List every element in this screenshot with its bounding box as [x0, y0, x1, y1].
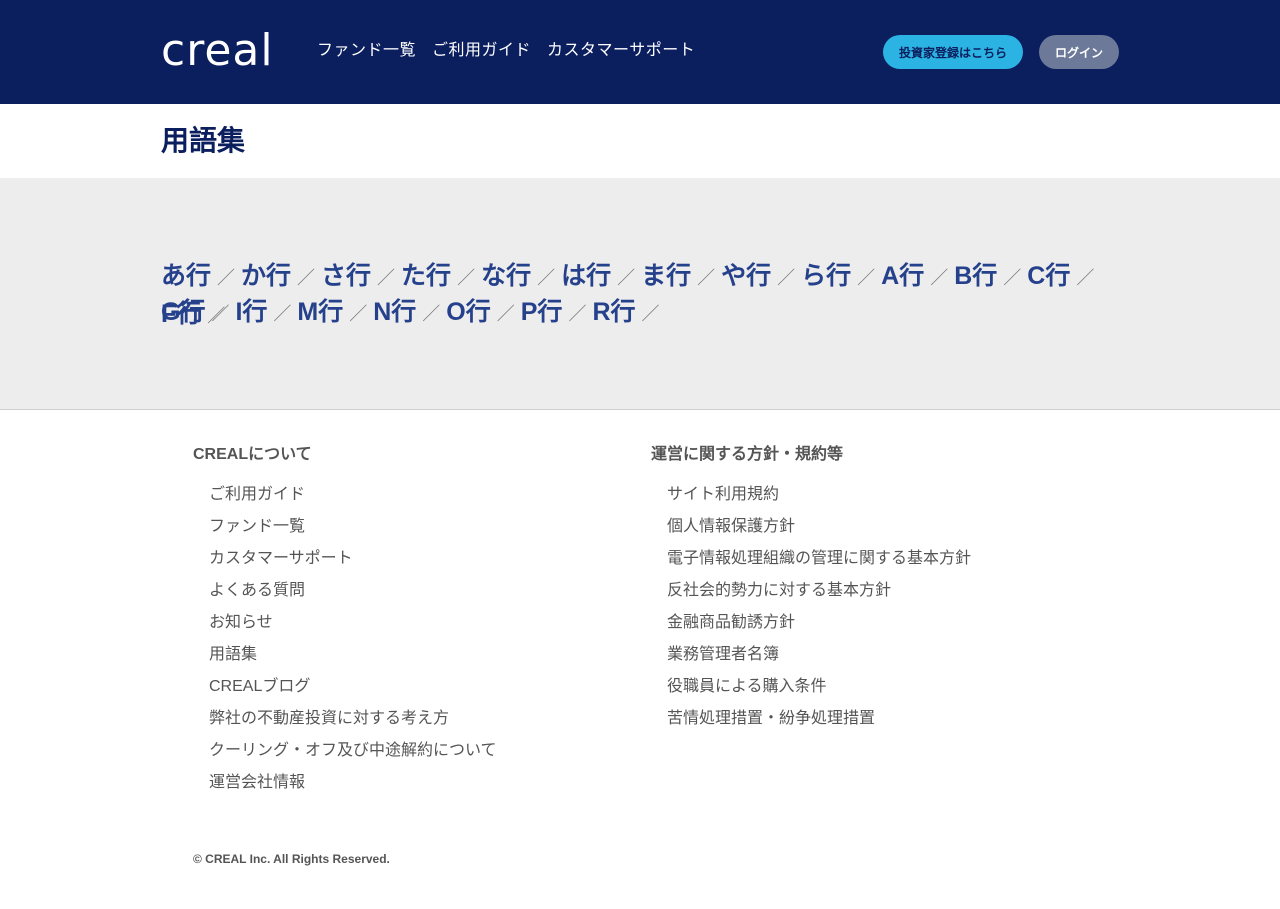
index-separator: ／ — [422, 304, 441, 324]
footer-link[interactable]: クーリング・オフ及び中途解約について — [209, 740, 497, 772]
index-link[interactable]: な行 — [481, 258, 531, 294]
index-item: ら行 ／ — [801, 258, 875, 296]
index-item: O行 ／ — [446, 294, 514, 332]
footer-about-list: ご利用ガイド ファンド一覧 カスタマーサポート よくある質問 お知らせ 用語集 CREALブ… — [193, 484, 497, 804]
index-link[interactable]: O行 — [446, 294, 490, 330]
index-separator: ／ — [217, 268, 236, 288]
index-link[interactable]: I行 — [235, 294, 267, 330]
index-link[interactable]: N行 — [373, 294, 416, 330]
footer-about-column: CREALについて ご利用ガイド ファンド一覧 カスタマーサポート よくある質問 お知ら… — [193, 444, 497, 804]
index-row: G行／ I行／ M行／ N行／ O行／ P行／ R行／ — [161, 294, 1121, 330]
index-link[interactable]: B行 — [954, 258, 997, 294]
index-item: M行 ／ — [297, 294, 367, 332]
index-separator: ／ — [496, 304, 515, 324]
index-separator: ／ — [457, 268, 476, 288]
nav-customer-support[interactable]: カスタマーサポート — [547, 41, 695, 61]
footer-link[interactable]: 苦情処理措置・紛争処理措置 — [667, 708, 971, 740]
index-separator: ／ — [1076, 268, 1095, 288]
index-separator: ／ — [857, 268, 876, 288]
footer-link[interactable]: 用語集 — [209, 644, 497, 676]
index-separator: ／ — [641, 304, 660, 324]
footer-link[interactable]: 個人情報保護方針 — [667, 516, 971, 548]
index-link[interactable]: あ行 — [161, 258, 211, 294]
footer-link[interactable]: 運営会社情報 — [209, 772, 497, 804]
glossary-index: あ行／か行／さ行／た行／な行／は行／ま行／や行／ら行／ A行／ B行／ C行／ F行／ G… — [161, 258, 1121, 330]
index-separator: ／ — [697, 268, 716, 288]
index-item: た行 ／ — [401, 258, 475, 296]
footer-link[interactable]: ご利用ガイド — [209, 484, 497, 516]
index-item: は行 ／ — [561, 258, 635, 296]
nav-fund-list[interactable]: ファンド一覧 — [317, 41, 416, 61]
index-item: さ行 ／ — [321, 258, 395, 296]
footer-link[interactable]: お知らせ — [209, 612, 497, 644]
site-header: creal ファンド一覧 ご利用ガイド カスタマーサポート 投資家登録はこちら … — [0, 0, 1280, 104]
index-item: か行 ／ — [241, 258, 315, 296]
index-link[interactable]: A行 — [881, 258, 924, 294]
glossary-index-band: あ行／か行／さ行／た行／な行／は行／ま行／や行／ら行／ A行／ B行／ C行／ F行／ G… — [0, 178, 1280, 410]
footer-link[interactable]: 役職員による購入条件 — [667, 676, 971, 708]
index-row: あ行／か行／さ行／た行／な行／は行／ま行／や行／ら行／ A行／ B行／ C行／ F行／ — [161, 258, 1121, 328]
footer-link[interactable]: サイト利用規約 — [667, 484, 971, 516]
page-title: 用語集 — [161, 125, 246, 156]
footer-policy-column: 運営に関する方針・規約等 サイト利用規約 個人情報保護方針 電子情報処理組織の管理に… — [651, 444, 971, 740]
index-separator: ／ — [617, 268, 636, 288]
footer-link[interactable]: よくある質問 — [209, 580, 497, 612]
investor-register-button[interactable]: 投資家登録はこちら — [883, 35, 1023, 69]
index-link[interactable]: M行 — [297, 294, 343, 330]
index-link[interactable]: G行 — [161, 294, 205, 330]
index-item: あ行 ／ — [161, 258, 235, 296]
footer-link[interactable]: CREALブログ — [209, 676, 497, 708]
index-link[interactable]: は行 — [561, 258, 611, 294]
index-item: や行 ／ — [721, 258, 795, 296]
index-item: B行 ／ — [954, 258, 1021, 296]
main-nav: ファンド一覧 ご利用ガイド カスタマーサポート — [317, 41, 695, 61]
footer-link[interactable]: カスタマーサポート — [209, 548, 497, 580]
index-separator: ／ — [211, 304, 230, 324]
login-button[interactable]: ログイン — [1039, 35, 1119, 69]
index-link[interactable]: や行 — [721, 258, 771, 294]
index-separator: ／ — [273, 304, 292, 324]
footer-link[interactable]: ファンド一覧 — [209, 516, 497, 548]
index-item: I行 ／ — [235, 294, 291, 332]
footer-link[interactable]: 反社会的勢力に対する基本方針 — [667, 580, 971, 612]
index-link[interactable]: P行 — [521, 294, 563, 330]
index-item: N行 ／ — [373, 294, 440, 332]
index-separator: ／ — [1003, 268, 1022, 288]
index-separator: ／ — [568, 304, 587, 324]
index-item: P行／ — [521, 294, 587, 332]
index-item: C行 ／ — [1027, 258, 1094, 296]
index-item: R行 ／ — [592, 294, 659, 332]
footer-link[interactable]: 金融商品勧誘方針 — [667, 612, 971, 644]
index-link[interactable]: た行 — [401, 258, 451, 294]
creal-logo[interactable]: creal — [161, 29, 274, 73]
index-item: A行 ／ — [881, 258, 948, 296]
index-link[interactable]: か行 — [241, 258, 291, 294]
index-item: G行 ／ — [161, 294, 229, 332]
index-link[interactable]: R行 — [592, 294, 635, 330]
footer-link[interactable]: 業務管理者名簿 — [667, 644, 971, 676]
index-link[interactable]: ら行 — [801, 258, 851, 294]
index-separator: ／ — [777, 268, 796, 288]
footer-about-heading: CREALについて — [193, 446, 312, 463]
index-link[interactable]: さ行 — [321, 258, 371, 294]
footer-policy-list: サイト利用規約 個人情報保護方針 電子情報処理組織の管理に関する基本方針 反社会的勢力… — [651, 484, 971, 740]
nav-user-guide[interactable]: ご利用ガイド — [432, 41, 531, 61]
index-link[interactable]: ま行 — [641, 258, 691, 294]
index-separator: ／ — [537, 268, 556, 288]
index-separator: ／ — [377, 268, 396, 288]
copyright: © CREAL Inc. All Rights Reserved. — [193, 852, 390, 866]
footer-link[interactable]: 弊社の不動産投資に対する考え方 — [209, 708, 497, 740]
index-item: な行 ／ — [481, 258, 555, 296]
index-separator: ／ — [930, 268, 949, 288]
index-separator: ／ — [297, 268, 316, 288]
index-link[interactable]: C行 — [1027, 258, 1070, 294]
index-item: ま行 ／ — [641, 258, 715, 296]
footer-policy-heading: 運営に関する方針・規約等 — [651, 446, 844, 463]
footer-link[interactable]: 電子情報処理組織の管理に関する基本方針 — [667, 548, 971, 580]
index-separator: ／ — [349, 304, 368, 324]
